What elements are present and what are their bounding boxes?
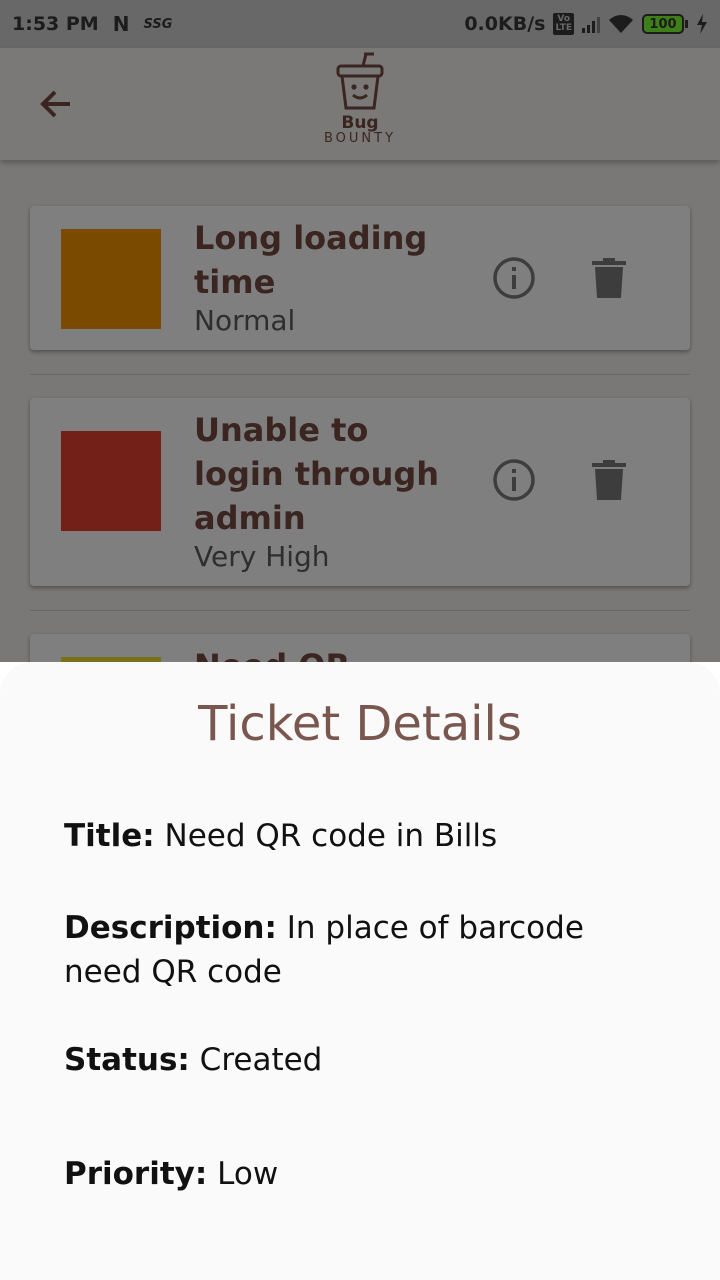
battery-icon: 100	[642, 14, 688, 34]
ticket-priority: Normal	[194, 304, 296, 337]
ticket-list: Long loading time Normal Unable to login…	[0, 160, 720, 662]
ticket-title: Unable to login through admin	[194, 411, 440, 537]
detail-description-label: Description:	[64, 910, 277, 946]
ticket-title: Need QR	[194, 644, 454, 662]
detail-priority-label: Priority:	[64, 1156, 208, 1192]
ticket-title: Long loading time	[194, 219, 428, 301]
detail-status-label: Status:	[64, 1042, 190, 1078]
app-bar: Bug BOUNTY	[0, 48, 720, 160]
detail-title: Title: Need QR code in Bills	[64, 814, 664, 858]
sheet-title: Ticket Details	[198, 696, 522, 752]
wifi-icon	[609, 15, 633, 33]
delete-icon[interactable]	[592, 258, 626, 298]
charging-icon	[697, 14, 707, 34]
status-time: 1:53 PM	[12, 13, 99, 35]
volte-icon: Vo LTE	[553, 13, 574, 35]
list-divider	[30, 374, 690, 375]
back-arrow-icon[interactable]	[36, 84, 76, 124]
signal-icon	[582, 15, 600, 33]
status-bar: 1:53 PM N SSG 0.0KB/s Vo LTE 100	[0, 0, 720, 48]
ticket-details-sheet: Ticket Details Title: Need QR code in Bi…	[0, 662, 720, 1280]
priority-color-swatch	[61, 229, 161, 329]
battery-level: 100	[642, 14, 684, 34]
logo-text-bounty: BOUNTY	[323, 131, 397, 146]
carrier-ssg-label: SSG	[143, 16, 173, 32]
app-logo: Bug BOUNTY	[320, 52, 400, 156]
detail-priority-value: Low	[217, 1156, 279, 1192]
ticket-card[interactable]: Need QR	[30, 634, 690, 662]
carrier-n-icon: N	[112, 12, 130, 36]
info-icon[interactable]	[492, 458, 536, 502]
detail-title-label: Title:	[64, 818, 155, 854]
ticket-priority: Very High	[194, 540, 330, 573]
priority-color-swatch	[61, 431, 161, 531]
cup-smiley-logo-icon	[336, 52, 384, 110]
detail-priority: Priority: Low	[64, 1152, 664, 1196]
detail-title-value: Need QR code in Bills	[164, 818, 498, 854]
info-icon[interactable]	[492, 256, 536, 300]
network-speed: 0.0KB/s	[464, 13, 546, 35]
detail-description: Description: In place of barcode need QR…	[64, 906, 664, 994]
ticket-card[interactable]: Long loading time Normal	[30, 206, 690, 350]
detail-status: Status: Created	[64, 1038, 664, 1082]
logo-text-bug: Bug	[341, 113, 379, 133]
ticket-card[interactable]: Unable to login through admin Very High	[30, 398, 690, 586]
list-divider	[30, 610, 690, 611]
detail-status-value: Created	[199, 1042, 323, 1078]
delete-icon[interactable]	[592, 460, 626, 500]
